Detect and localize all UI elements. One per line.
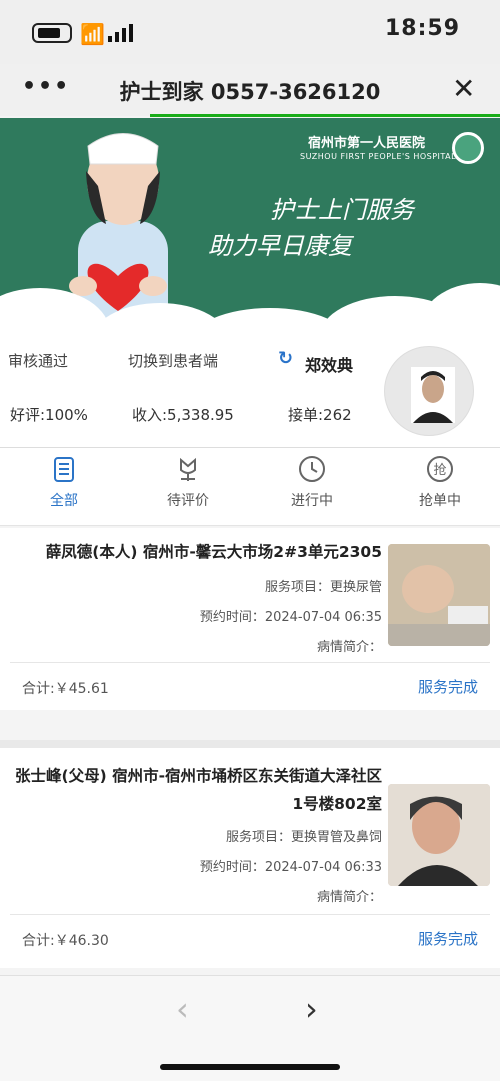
status-bar: 📶 18:59 [0,0,500,64]
cloud-decoration [420,283,500,338]
page-title: 护士到家 0557-3626120 [119,80,381,104]
nurse-name: 郑效典 [305,356,354,375]
review-status: 审核通过 [8,352,69,370]
tab-in-progress[interactable]: 进行中 [262,454,362,510]
order-card[interactable]: 薛凤德(本人) 宿州市-馨云大市场2#3单元2305 服务项目：更换尿管 预约时… [0,528,500,710]
order-count: 接单:262 [288,406,352,424]
patient-photo [388,784,490,886]
status-time: 18:59 [385,16,461,41]
order-total: 合计:￥46.30 [22,933,109,949]
divider [10,662,490,663]
banner-slogan-2: 助力早日康复 [208,232,352,260]
order-title: 薛凤德(本人) 宿州市-馨云大市场2#3单元2305 [45,543,382,561]
list-icon [54,457,74,482]
service-item: 服务项目：更换胃管及鼻饲 [225,830,382,845]
order-tabs: 抢 抢单中 进行中 待评价 全部 [0,448,500,526]
battery-icon [32,23,72,43]
divider [10,914,490,915]
switch-to-patient-link[interactable]: 切换到患者端 [128,350,218,371]
tab-label: 待评价 [167,493,209,509]
tab-label: 进行中 [291,493,333,509]
refresh-icon[interactable]: ↻ [278,348,293,369]
appointment-time: 预约时间：2024-07-04 06:33 [199,860,382,875]
tab-label: 抢单中 [419,493,461,509]
svg-text:抢: 抢 [433,462,446,478]
order-card[interactable]: 张士峰(父母) 宿州市-宿州市埇桥区东关街道大泽社区1号楼802室 服务项目：更… [0,748,500,968]
card-separator [0,740,500,748]
order-status[interactable]: 服务完成 [418,928,478,949]
flower-icon [180,457,196,481]
loading-progress-bar [150,114,500,117]
hospital-logo-icon [452,132,484,164]
hospital-name: 宿州市第一人民医院 [308,136,426,151]
clock-icon [299,456,325,482]
home-indicator[interactable] [160,1064,340,1070]
tab-all[interactable]: 全部 [14,454,114,510]
rating-percent: 好评:100% [10,406,88,424]
forward-arrow-icon[interactable]: › [305,990,318,1028]
tab-pending-review[interactable]: 待评价 [138,454,238,510]
banner-slogan-1: 护士上门服务 [270,196,414,224]
nurse-profile: 郑效典 ↻ 切换到患者端 审核通过 接单:262 收入:5,338.95 好评:… [0,338,500,448]
browser-bottom-bar: ‹ › [0,975,500,1081]
condition-summary: 病情简介： [316,640,382,655]
close-icon[interactable]: ✕ [452,72,475,105]
hospital-en-name: SUZHOU FIRST PEOPLE'S HOSPITAL [300,152,457,161]
order-status[interactable]: 服务完成 [418,676,478,697]
order-title: 张士峰(父母) 宿州市-宿州市埇桥区东关街道大泽社区1号楼802室 [15,767,382,813]
app-page: 📶 18:59 ••• 护士到家 0557-3626120 ✕ 宿州市第一人民医… [0,0,500,1081]
grab-order-icon: 抢 [427,456,453,482]
promo-banner: 宿州市第一人民医院 SUZHOU FIRST PEOPLE'S HOSPITAL… [0,118,500,338]
wifi-icon: 📶 [80,22,105,46]
tab-label: 全部 [50,493,78,509]
service-item: 服务项目：更换尿管 [264,580,382,595]
order-total: 合计:￥45.61 [22,681,109,697]
back-arrow-icon[interactable]: ‹ [176,990,189,1028]
appointment-time: 预约时间：2024-07-04 06:35 [199,610,382,625]
patient-photo [388,544,490,646]
avatar [384,346,474,436]
tab-grab-orders[interactable]: 抢 抢单中 [390,454,490,510]
signal-icon [108,22,133,42]
condition-summary: 病情简介： [316,890,382,905]
income-total: 收入:5,338.95 [132,406,234,424]
nav-bar: ••• 护士到家 0557-3626120 ✕ [0,64,500,117]
